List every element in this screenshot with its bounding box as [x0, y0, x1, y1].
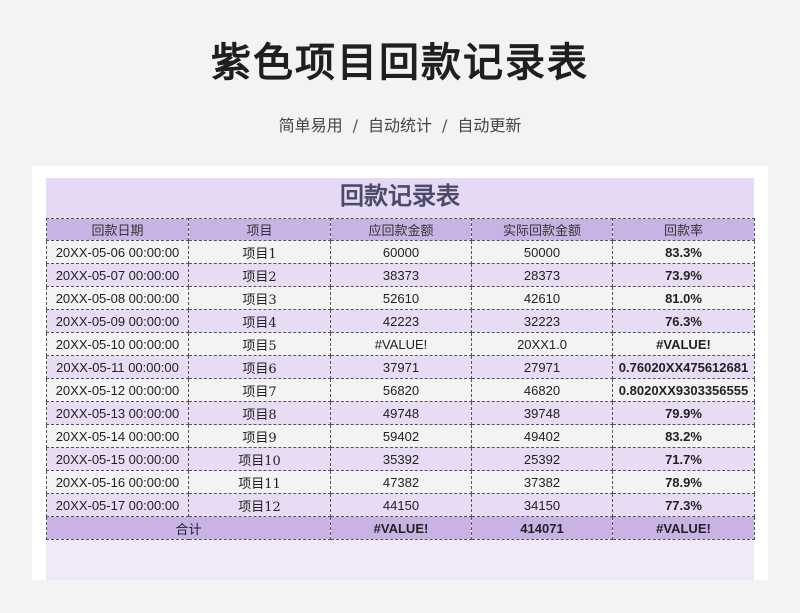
- table-row: 20XX-05-07 00:00:00 项目2 38373 28373 73.9…: [46, 263, 755, 287]
- cell-due-amount: 60000: [330, 240, 472, 264]
- subtitle-feature-1: 简单易用: [278, 116, 343, 135]
- cell-due-amount: 52610: [330, 286, 472, 310]
- cell-due-amount: 47382: [330, 470, 472, 494]
- header-actual-amount: 实际回款金额: [471, 218, 613, 241]
- page-subtitle: 简单易用 / 自动统计 / 自动更新: [0, 112, 800, 136]
- cell-rate: #VALUE!: [612, 332, 755, 356]
- cell-actual-amount: 39748: [471, 401, 613, 425]
- page-title: 紫色项目回款记录表: [211, 40, 589, 86]
- table-row: 20XX-05-09 00:00:00 项目4 42223 32223 76.3…: [46, 309, 755, 333]
- table-header-row: 回款日期 项目 应回款金额 实际回款金额 回款率: [46, 218, 755, 241]
- cell-item: 项目7: [188, 378, 331, 402]
- total-rate: #VALUE!: [612, 516, 755, 540]
- cell-due-amount: 44150: [330, 493, 472, 517]
- cell-date: 20XX-05-07 00:00:00: [46, 263, 189, 287]
- cell-actual-amount: 46820: [471, 378, 613, 402]
- cell-date: 20XX-05-16 00:00:00: [46, 470, 189, 494]
- cell-rate: 79.9%: [612, 401, 755, 425]
- cell-actual-amount: 32223: [471, 309, 613, 333]
- table-row: 20XX-05-14 00:00:00 项目9 59402 49402 83.2…: [46, 424, 755, 448]
- cell-date: 20XX-05-17 00:00:00: [46, 493, 189, 517]
- cell-actual-amount: 20XX1.0: [471, 332, 613, 356]
- cell-actual-amount: 49402: [471, 424, 613, 448]
- cell-date: 20XX-05-15 00:00:00: [46, 447, 189, 471]
- table-row: 20XX-05-06 00:00:00 项目1 60000 50000 83.3…: [46, 240, 755, 264]
- records-body: 20XX-05-06 00:00:00 项目1 60000 50000 83.3…: [46, 240, 755, 540]
- header-item: 项目: [188, 218, 331, 241]
- cell-due-amount: 56820: [330, 378, 472, 402]
- cell-actual-amount: 50000: [471, 240, 613, 264]
- subtitle-feature-3: 自动更新: [457, 116, 522, 135]
- cell-item: 项目4: [188, 309, 331, 333]
- cell-item: 项目8: [188, 401, 331, 425]
- table-row: 20XX-05-11 00:00:00 项目6 37971 27971 0.76…: [46, 355, 755, 379]
- cell-actual-amount: 28373: [471, 263, 613, 287]
- records-table: 回款日期 项目 应回款金额 实际回款金额 回款率 20XX-05-06 00:0…: [46, 218, 755, 540]
- table-row: 20XX-05-17 00:00:00 项目12 44150 34150 77.…: [46, 493, 755, 517]
- subtitle-separator: /: [442, 116, 448, 135]
- cell-date: 20XX-05-08 00:00:00: [46, 286, 189, 310]
- cell-due-amount: 37971: [330, 355, 472, 379]
- cell-date: 20XX-05-10 00:00:00: [46, 332, 189, 356]
- table-row: 20XX-05-10 00:00:00 项目5 #VALUE! 20XX1.0 …: [46, 332, 755, 356]
- table-row: 20XX-05-12 00:00:00 项目7 56820 46820 0.80…: [46, 378, 755, 402]
- cell-actual-amount: 27971: [471, 355, 613, 379]
- cell-actual-amount: 42610: [471, 286, 613, 310]
- subtitle-feature-2: 自动统计: [367, 116, 432, 135]
- table-row: 20XX-05-16 00:00:00 项目11 47382 37382 78.…: [46, 470, 755, 494]
- spreadsheet: 回款记录表 回款日期 项目 应回款金额 实际回款金额 回款率 20XX-05-0…: [46, 178, 755, 580]
- cell-due-amount: 38373: [330, 263, 472, 287]
- cell-rate: 83.3%: [612, 240, 755, 264]
- cell-item: 项目2: [188, 263, 331, 287]
- cell-rate: 81.0%: [612, 286, 755, 310]
- cell-item: 项目10: [188, 447, 331, 471]
- cell-item: 项目11: [188, 470, 331, 494]
- cell-rate: 71.7%: [612, 447, 755, 471]
- cell-item: 项目5: [188, 332, 331, 356]
- cell-item: 项目1: [188, 240, 331, 264]
- cell-rate: 78.9%: [612, 470, 755, 494]
- cell-item: 项目6: [188, 355, 331, 379]
- cell-due-amount: #VALUE!: [330, 332, 472, 356]
- cell-rate: 76.3%: [612, 309, 755, 333]
- cell-rate: 0.8020XX9303356555: [612, 378, 755, 402]
- cell-date: 20XX-05-14 00:00:00: [46, 424, 189, 448]
- cell-rate: 83.2%: [612, 424, 755, 448]
- cell-item: 项目12: [188, 493, 331, 517]
- total-row: 合计 #VALUE! 414071 #VALUE!: [46, 516, 755, 540]
- cell-rate: 77.3%: [612, 493, 755, 517]
- cell-actual-amount: 34150: [471, 493, 613, 517]
- header-date: 回款日期: [46, 218, 189, 241]
- table-row: 20XX-05-08 00:00:00 项目3 52610 42610 81.0…: [46, 286, 755, 310]
- total-label: 合计: [46, 516, 331, 540]
- table-row: 20XX-05-13 00:00:00 项目8 49748 39748 79.9…: [46, 401, 755, 425]
- cell-item: 项目3: [188, 286, 331, 310]
- cell-date: 20XX-05-11 00:00:00: [46, 355, 189, 379]
- cell-item: 项目9: [188, 424, 331, 448]
- cell-due-amount: 49748: [330, 401, 472, 425]
- header-due-amount: 应回款金额: [330, 218, 472, 241]
- sheet-title: 回款记录表: [46, 178, 754, 218]
- total-actual-amount: 414071: [471, 516, 613, 540]
- header-rate: 回款率: [612, 218, 755, 241]
- cell-date: 20XX-05-06 00:00:00: [46, 240, 189, 264]
- subtitle-separator: /: [352, 116, 358, 135]
- cell-due-amount: 59402: [330, 424, 472, 448]
- cell-date: 20XX-05-13 00:00:00: [46, 401, 189, 425]
- cell-rate: 73.9%: [612, 263, 755, 287]
- cell-date: 20XX-05-12 00:00:00: [46, 378, 189, 402]
- cell-due-amount: 42223: [330, 309, 472, 333]
- cell-actual-amount: 37382: [471, 470, 613, 494]
- table-row: 20XX-05-15 00:00:00 项目10 35392 25392 71.…: [46, 447, 755, 471]
- spreadsheet-preview-card: 回款记录表 回款日期 项目 应回款金额 实际回款金额 回款率 20XX-05-0…: [32, 166, 768, 580]
- total-due-amount: #VALUE!: [330, 516, 472, 540]
- cell-date: 20XX-05-09 00:00:00: [46, 309, 189, 333]
- cell-due-amount: 35392: [330, 447, 472, 471]
- cell-rate: 0.76020XX475612681: [612, 355, 755, 379]
- cell-actual-amount: 25392: [471, 447, 613, 471]
